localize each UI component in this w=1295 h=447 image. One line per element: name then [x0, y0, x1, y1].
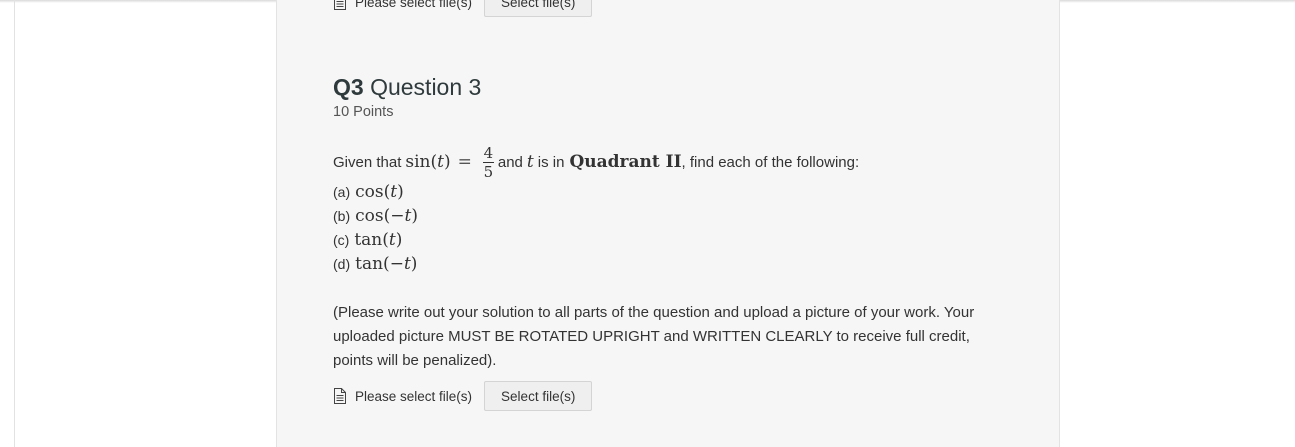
var-t: t [388, 230, 396, 250]
func-name: tan [355, 254, 384, 274]
quadrant-text: Quadrant II [569, 152, 682, 172]
fraction-denominator: 5 [483, 162, 494, 181]
math-sin: sin(t) [405, 152, 451, 172]
part-label: (c) [333, 232, 350, 248]
given-prefix: Given that [333, 153, 402, 171]
neg-sign: − [389, 254, 404, 274]
var-t: t [403, 254, 411, 274]
select-files-button[interactable]: Select file(s) [484, 0, 593, 17]
var-t: t [390, 182, 398, 202]
part-d: (d) tan(−t) [333, 254, 418, 274]
is-in-text: is in [537, 153, 565, 171]
question-parts: (a) cos(t) (b) cos(−t) (c) tan(t) (d) ta… [333, 180, 418, 276]
part-label: (b) [333, 208, 351, 224]
func-name: cos [355, 182, 384, 202]
select-files-button[interactable]: Select file(s) [484, 381, 593, 411]
part-label: (d) [333, 256, 351, 272]
part-b: (b) cos(−t) [333, 206, 418, 226]
question-points: 10 Points [333, 104, 394, 120]
var-t: t [526, 152, 534, 172]
prompt-suffix: , find each of the following: [681, 153, 860, 171]
file-icon [333, 388, 347, 404]
file-icon [333, 0, 347, 10]
fraction-numerator: 4 [483, 143, 494, 162]
part-a: (a) cos(t) [333, 182, 404, 202]
var-t: t [437, 152, 444, 172]
part-label: (a) [333, 184, 351, 200]
and-text: and [497, 153, 523, 171]
func-name: cos [355, 206, 384, 226]
question-title: Q3 Question 3 [333, 74, 481, 101]
file-selection-label: Please select file(s) [355, 388, 473, 404]
fraction: 4 5 [482, 143, 494, 181]
question-prompt: Given that sin(t) = 4 5 and t is in Quad… [333, 138, 859, 186]
var-t: t [404, 206, 412, 226]
func-name: sin [405, 152, 431, 172]
neg-sign: − [390, 206, 405, 226]
func-name: tan [354, 230, 383, 250]
upload-row-previous: Please select file(s) Select file(s) [333, 0, 593, 17]
equals-sign: = [457, 152, 472, 172]
file-selection-label: Please select file(s) [355, 0, 473, 10]
upload-row: Please select file(s) Select file(s) [333, 381, 593, 411]
question-number: Q3 [333, 74, 364, 100]
page-border [14, 0, 15, 447]
question-title-text: Question 3 [370, 74, 482, 100]
upload-instructions: (Please write out your solution to all p… [333, 304, 975, 369]
part-c: (c) tan(t) [333, 230, 403, 250]
